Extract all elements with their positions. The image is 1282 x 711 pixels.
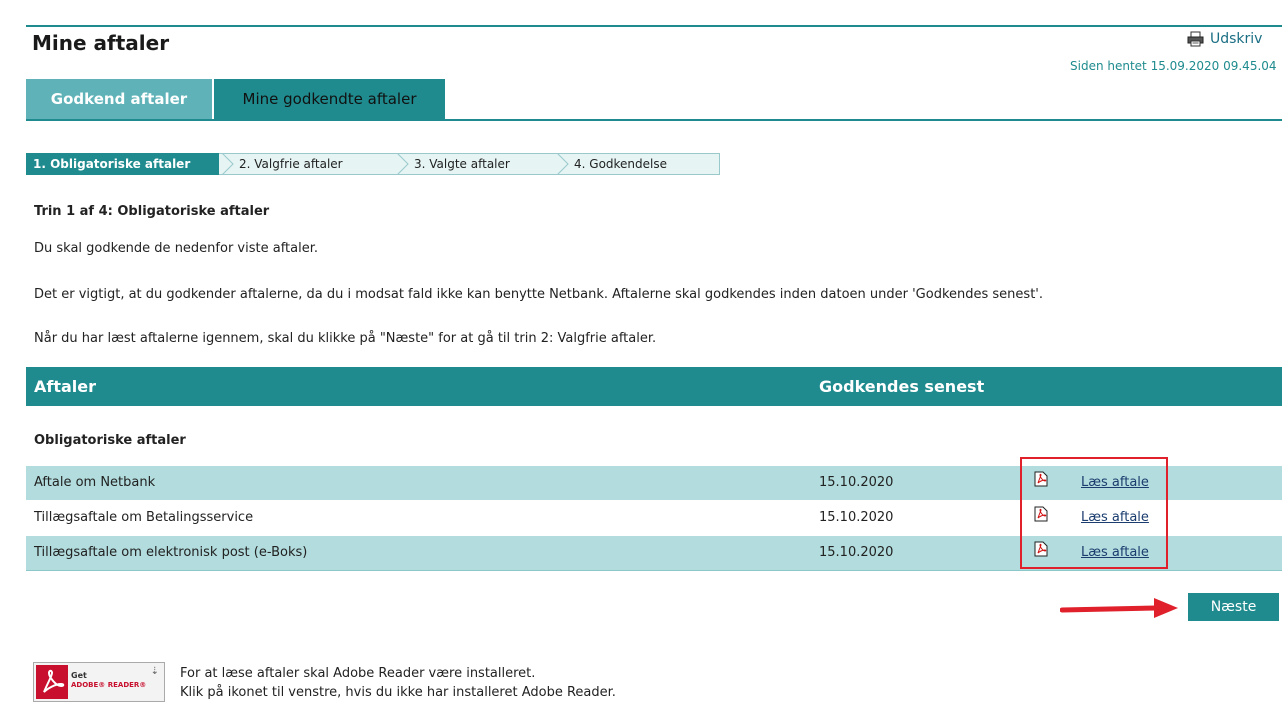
agreement-name: Aftale om Netbank	[34, 475, 156, 490]
highlight-box	[1020, 457, 1168, 569]
table-header: Aftaler Godkendes senest	[26, 367, 1282, 406]
step-2-label: 2. Valgfrie aftaler	[239, 157, 343, 171]
adobe-reader-icon	[43, 669, 65, 693]
step-chevron-icon	[221, 153, 234, 175]
step-chevron-icon	[556, 153, 569, 175]
warning-text: Det er vigtigt, at du godkender aftalern…	[34, 287, 1043, 302]
page-title: Mine aftaler	[32, 31, 170, 55]
tab-rule	[26, 119, 1282, 121]
fetched-timestamp: Siden hentet 15.09.2020 09.45.04	[1070, 59, 1277, 73]
agreement-deadline: 15.10.2020	[819, 475, 894, 490]
step-1: 1. Obligatoriske aftaler	[26, 153, 231, 175]
column-header-godkendes-senest: Godkendes senest	[819, 377, 985, 396]
step-3: 3. Valgte aftaler	[394, 153, 554, 175]
printer-icon	[1187, 31, 1204, 47]
red-arrow-icon	[1060, 598, 1178, 618]
header-rule	[26, 25, 1282, 27]
step-heading: Trin 1 af 4: Obligatoriske aftaler	[34, 204, 270, 219]
next-step-text: Når du har læst aftalerne igennem, skal …	[34, 331, 657, 346]
adobe-info-line-2: Klik på ikonet til venstre, hvis du ikke…	[180, 685, 616, 700]
tab-godkend-aftaler[interactable]: Godkend aftaler	[26, 79, 212, 119]
next-button[interactable]: Næste	[1188, 593, 1279, 621]
agreement-deadline: 15.10.2020	[819, 510, 894, 525]
download-arrow-icon: ⇣	[150, 666, 159, 677]
adobe-info-line-1: For at læse aftaler skal Adobe Reader væ…	[180, 666, 536, 681]
step-indicator: 1. Obligatoriske aftaler 2. Valgfrie aft…	[26, 153, 720, 175]
step-3-label: 3. Valgte aftaler	[414, 157, 510, 171]
step-chevron-icon	[396, 153, 409, 175]
adobe-badge-get: Get	[71, 671, 87, 680]
instruction-text: Du skal godkende de nedenfor viste aftal…	[34, 241, 319, 256]
agreement-name: Tillægsaftale om elektronisk post (e-Bok…	[34, 545, 308, 560]
table-bottom-rule	[26, 570, 1282, 571]
print-link[interactable]: Udskriv	[1187, 31, 1262, 47]
step-4-label: 4. Godkendelse	[574, 157, 667, 171]
tab-mine-godkendte-aftaler[interactable]: Mine godkendte aftaler	[214, 79, 445, 119]
adobe-badge-reader: ADOBE® READER®	[71, 681, 147, 689]
adobe-logo	[36, 665, 68, 699]
step-2: 2. Valgfrie aftaler	[219, 153, 394, 175]
agreement-name: Tillægsaftale om Betalingsservice	[34, 510, 254, 525]
get-adobe-reader-button[interactable]: Get ADOBE® READER® ⇣	[33, 662, 165, 702]
tab-bar: Godkend aftaler Mine godkendte aftaler	[26, 79, 445, 119]
group-label: Obligatoriske aftaler	[34, 433, 186, 448]
print-label[interactable]: Udskriv	[1210, 31, 1262, 47]
column-header-aftaler: Aftaler	[34, 377, 97, 396]
agreement-deadline: 15.10.2020	[819, 545, 894, 560]
step-4: 4. Godkendelse	[554, 153, 720, 175]
